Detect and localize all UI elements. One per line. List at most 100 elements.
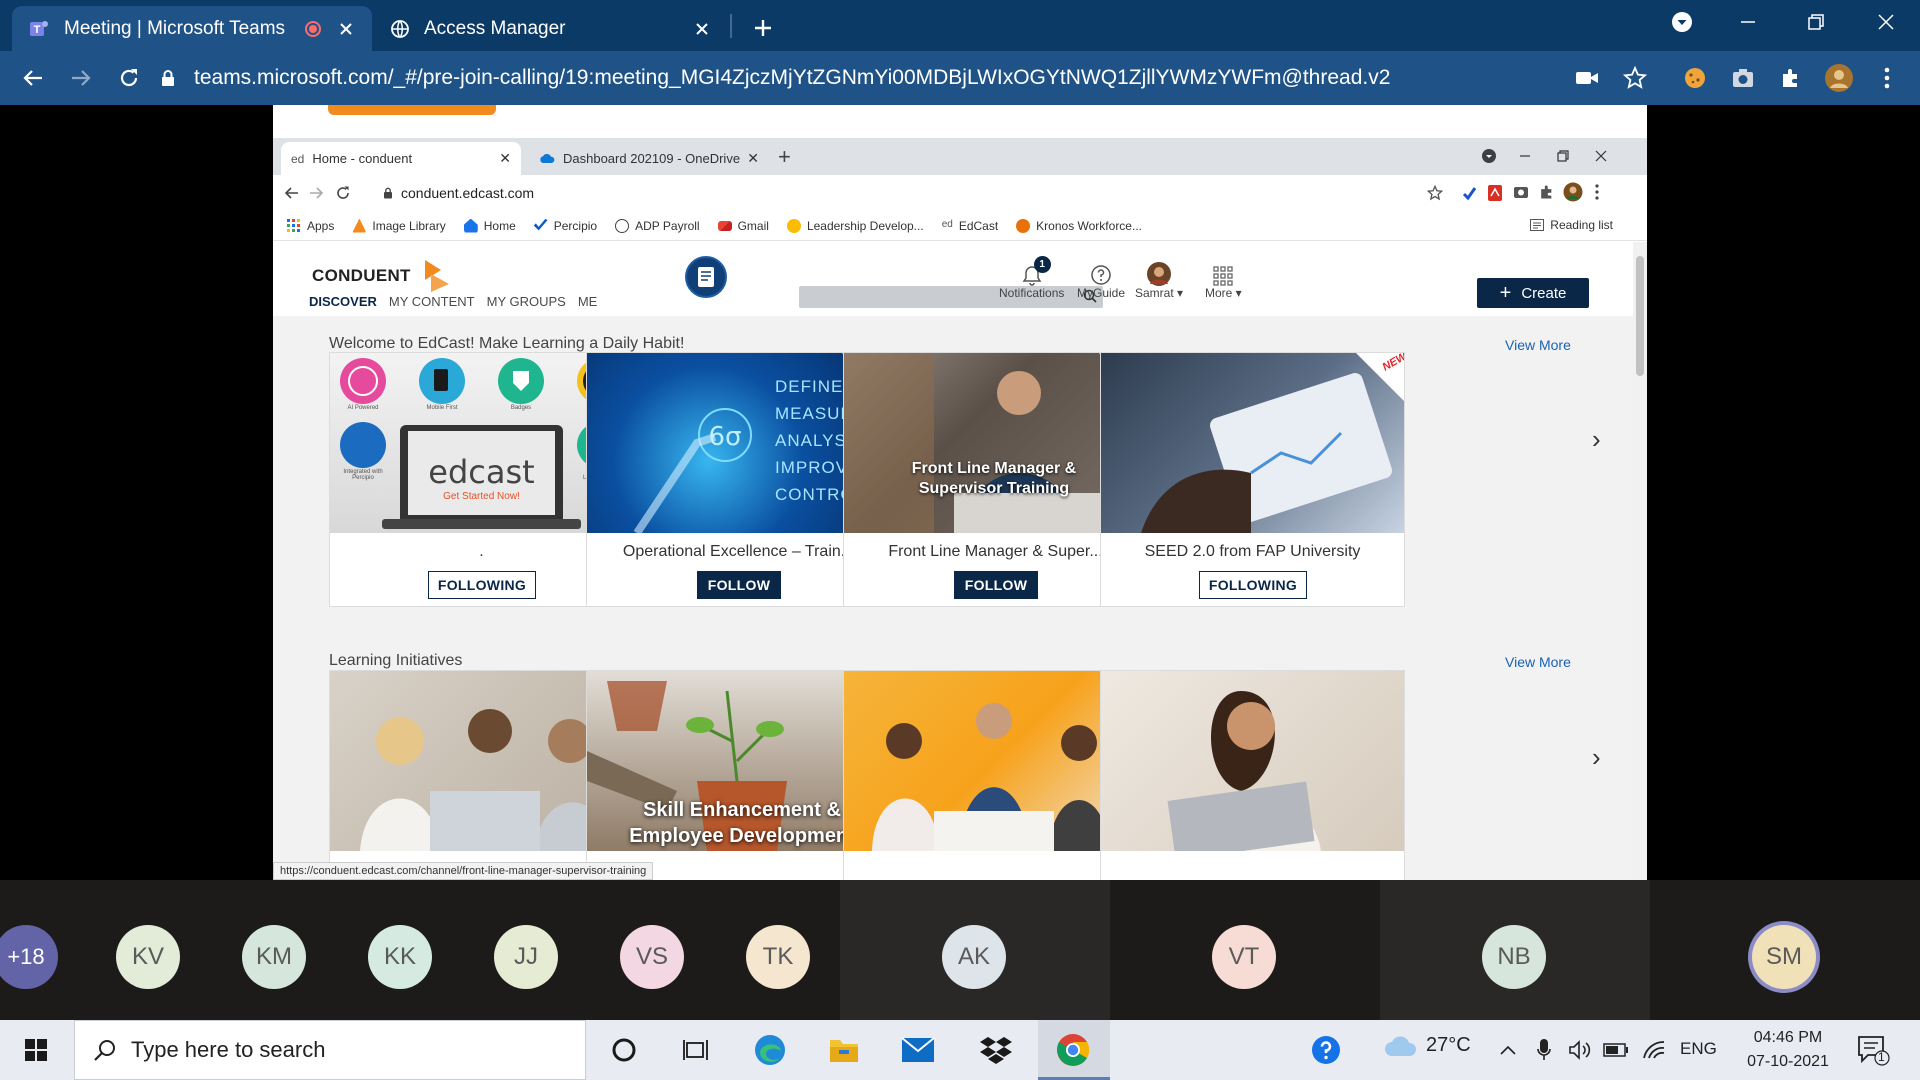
mail-icon[interactable] xyxy=(900,1032,936,1068)
file-explorer-icon[interactable] xyxy=(826,1032,862,1068)
bookmark-image-library[interactable]: Image Library xyxy=(352,218,446,233)
tab-search-button[interactable] xyxy=(1648,0,1716,44)
back-icon[interactable] xyxy=(283,185,299,201)
battery-icon[interactable] xyxy=(1598,1032,1634,1068)
myguide-button[interactable]: MyGuide xyxy=(1077,258,1125,300)
bookmark-adp-payroll[interactable]: ADP Payroll xyxy=(615,218,700,233)
participant-avatar[interactable]: VS xyxy=(620,925,684,989)
participant-avatar[interactable]: NB xyxy=(1482,925,1546,989)
view-more-link[interactable]: View More xyxy=(1505,337,1571,353)
tab-onedrive[interactable]: Dashboard 202109 - OneDrive ✕ xyxy=(529,142,769,175)
close-window-button[interactable] xyxy=(1852,0,1920,44)
minimize-button[interactable] xyxy=(1714,0,1782,44)
tab-access-manager[interactable]: Access Manager xyxy=(378,6,728,51)
extensions-puzzle-icon[interactable] xyxy=(1539,184,1555,200)
participant-avatar[interactable]: KM xyxy=(242,925,306,989)
reading-list-button[interactable]: Reading list xyxy=(1530,218,1613,232)
follow-button[interactable]: FOLLOW xyxy=(954,571,1038,599)
bookmark-leadership[interactable]: Leadership Develop... xyxy=(786,218,924,233)
camera-blocked-icon[interactable] xyxy=(1572,63,1602,93)
close-tab-icon[interactable] xyxy=(690,17,714,41)
more-menu-button[interactable]: More ▾ xyxy=(1205,258,1242,300)
participant-avatar[interactable]: KK xyxy=(368,925,432,989)
new-tab-button[interactable] xyxy=(748,13,778,43)
following-button[interactable]: FOLLOWING xyxy=(1199,571,1307,599)
participant-avatar[interactable]: VT xyxy=(1212,925,1276,989)
bookmark-home[interactable]: Home xyxy=(463,218,516,233)
cortana-icon[interactable] xyxy=(606,1032,642,1068)
bookmark-gmail[interactable]: Gmail xyxy=(717,219,769,233)
pdf-extension-icon[interactable] xyxy=(1487,184,1503,202)
participant-avatar[interactable]: JJ xyxy=(494,925,558,989)
clock[interactable]: 04:46 PM 07-10-2021 xyxy=(1734,1026,1842,1074)
participant-avatar[interactable]: AK xyxy=(942,925,1006,989)
participant-avatar[interactable]: KV xyxy=(116,925,180,989)
nav-my-content[interactable]: MY CONTENT xyxy=(389,294,475,309)
participant-avatar-self[interactable]: SM xyxy=(1752,925,1816,989)
forward-button[interactable] xyxy=(66,63,96,93)
carousel-next-button[interactable]: › xyxy=(1592,424,1601,455)
edge-icon[interactable] xyxy=(752,1032,788,1068)
screenshot-extension-icon[interactable] xyxy=(1513,184,1529,200)
microphone-icon[interactable] xyxy=(1526,1032,1562,1068)
nav-my-groups[interactable]: MY GROUPS xyxy=(487,294,566,309)
forward-icon[interactable] xyxy=(309,185,325,201)
profile-avatar-icon[interactable] xyxy=(1824,63,1854,93)
taskbar-search-input[interactable]: Type here to search xyxy=(74,1020,586,1080)
bookmark-star-icon[interactable] xyxy=(1620,63,1650,93)
minimize-button[interactable] xyxy=(1513,146,1537,166)
restore-button[interactable] xyxy=(1782,0,1850,44)
extensions-puzzle-icon[interactable] xyxy=(1776,63,1806,93)
profile-avatar-icon[interactable] xyxy=(1563,182,1583,202)
document-assistant-icon[interactable] xyxy=(685,256,727,298)
user-menu-button[interactable]: Samrat ▾ xyxy=(1135,258,1183,300)
more-participants-button[interactable]: +18 xyxy=(0,925,58,989)
inner-address-bar[interactable]: conduent.edcast.com xyxy=(383,179,534,207)
nav-me[interactable]: ME xyxy=(578,294,598,309)
follow-button[interactable]: FOLLOW xyxy=(697,571,781,599)
participant-avatar[interactable]: TK xyxy=(746,925,810,989)
close-window-button[interactable] xyxy=(1589,146,1613,166)
carousel-next-button[interactable]: › xyxy=(1592,742,1601,773)
bookmark-apps[interactable]: Apps xyxy=(287,219,334,233)
view-more-link[interactable]: View More xyxy=(1505,654,1571,670)
page-scrollbar[interactable] xyxy=(1633,242,1647,880)
dropbox-icon[interactable] xyxy=(978,1032,1014,1068)
close-tab-icon[interactable]: ✕ xyxy=(499,150,511,167)
address-bar[interactable]: teams.microsoft.com/_#/pre-join-calling/… xyxy=(160,58,1760,98)
restore-button[interactable] xyxy=(1551,146,1575,166)
wifi-icon[interactable] xyxy=(1636,1032,1672,1068)
help-icon[interactable] xyxy=(1308,1032,1344,1068)
menu-kebab-icon[interactable] xyxy=(1872,63,1902,93)
percipio-extension-icon[interactable] xyxy=(1461,185,1477,201)
show-hidden-icons-chevron-icon[interactable] xyxy=(1490,1032,1526,1068)
action-center-icon[interactable]: 1 xyxy=(1856,1034,1890,1066)
task-view-icon[interactable] xyxy=(678,1032,714,1068)
close-tab-icon[interactable] xyxy=(334,17,358,41)
language-indicator[interactable]: ENG xyxy=(1680,1039,1717,1059)
back-button[interactable] xyxy=(18,63,48,93)
nav-discover[interactable]: DISCOVER xyxy=(309,294,377,309)
cookie-extension-icon[interactable] xyxy=(1680,63,1710,93)
scrollbar-thumb[interactable] xyxy=(1636,256,1644,376)
tab-teams-meeting[interactable]: T Meeting | Microsoft Teams xyxy=(12,6,372,51)
reload-button[interactable] xyxy=(114,63,144,93)
initiative-card[interactable] xyxy=(1100,670,1405,880)
tab-search-button[interactable] xyxy=(1477,146,1501,166)
close-tab-icon[interactable]: ✕ xyxy=(747,150,759,167)
menu-kebab-icon[interactable] xyxy=(1595,184,1599,200)
bookmark-percipio[interactable]: Percipio xyxy=(533,218,597,233)
weather-widget[interactable]: 27°C xyxy=(1384,1034,1471,1057)
notifications-button[interactable]: 1 Notifications xyxy=(999,256,1064,300)
chrome-icon[interactable] xyxy=(1055,1032,1091,1068)
reload-icon[interactable] xyxy=(335,185,351,201)
bookmark-edcast[interactable]: ed EdCast xyxy=(942,219,998,233)
conduent-logo[interactable]: CONDUENT xyxy=(312,258,453,294)
new-tab-button[interactable]: + xyxy=(778,146,791,168)
channel-card[interactable]: NEW SEED 2.0 from FAP University FOLLOWI… xyxy=(1100,352,1405,607)
windows-start-icon[interactable] xyxy=(18,1032,54,1068)
create-button[interactable]: + Create xyxy=(1477,278,1589,308)
bookmark-kronos[interactable]: Kronos Workforce... xyxy=(1016,218,1142,233)
following-button[interactable]: FOLLOWING xyxy=(428,571,536,599)
volume-icon[interactable] xyxy=(1562,1032,1598,1068)
